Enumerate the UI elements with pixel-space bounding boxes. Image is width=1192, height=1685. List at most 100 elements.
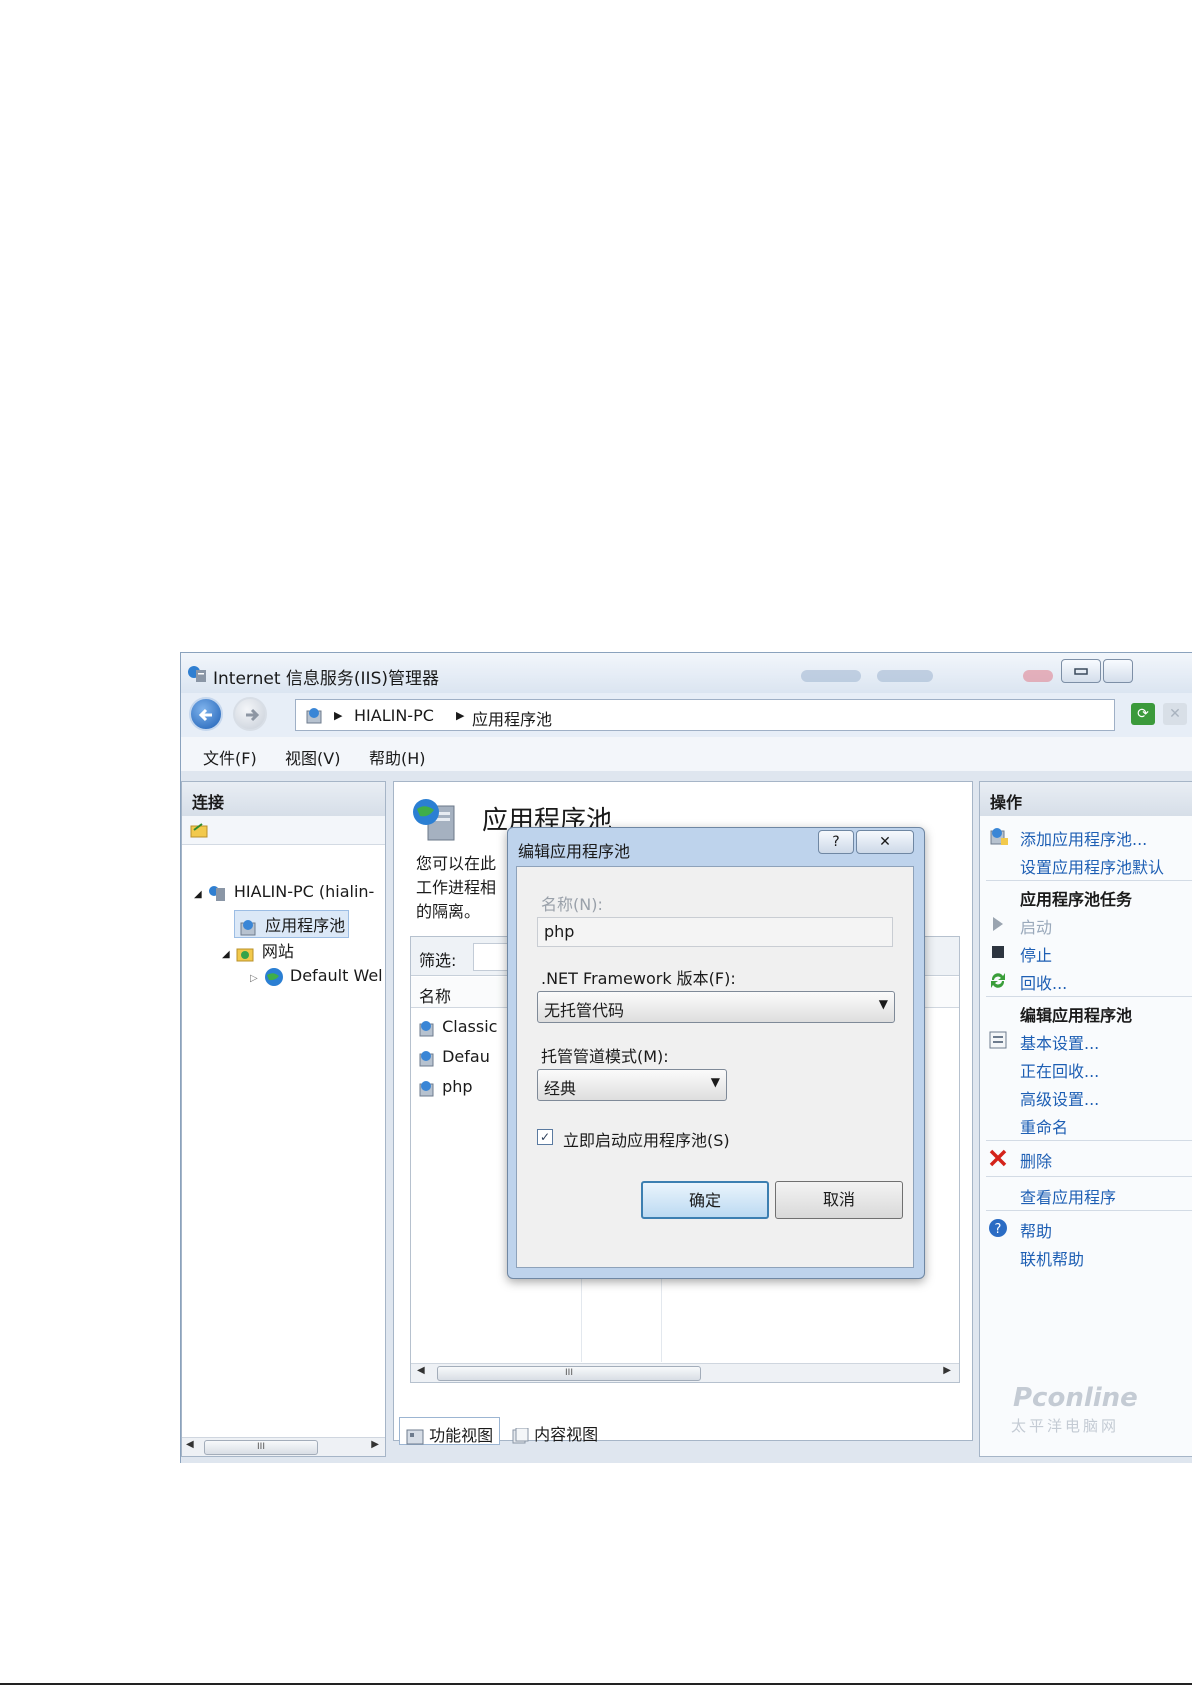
tree-label-default-site: Default Wel — [289, 966, 383, 985]
action-stop[interactable]: 停止 — [1020, 942, 1052, 966]
column-name[interactable]: 名称 — [419, 983, 451, 1007]
iis-app-icon — [188, 666, 206, 682]
globe-icon — [264, 967, 283, 986]
crumb-separator-icon: ▶ — [456, 709, 465, 722]
edit-app-pool-dialog: 编辑应用程序池 ? ✕ 名称(N): php .NET Framework 版本… — [507, 827, 925, 1279]
blurred-title-area-3 — [1023, 670, 1053, 682]
description-line: 的隔离。 — [416, 902, 481, 921]
tab-features-view[interactable]: 功能视图 — [399, 1417, 501, 1445]
features-view-icon — [406, 1429, 424, 1444]
name-field[interactable]: php — [537, 917, 893, 947]
pipeline-label: 托管管道模式(M): — [541, 1047, 669, 1066]
crumb-computer[interactable]: HIALIN-PC — [354, 706, 434, 725]
connections-hscrollbar[interactable]: ◀ III ▶ — [182, 1437, 385, 1456]
tree-label-server: HIALIN-PC (hialin- — [233, 882, 375, 901]
minimize-icon — [1074, 668, 1088, 675]
connections-header: 连接 — [182, 782, 385, 816]
scroll-thumb[interactable]: III — [204, 1440, 318, 1455]
scroll-left-icon[interactable]: ◀ — [417, 1365, 425, 1376]
maximize-button[interactable] — [1103, 659, 1133, 683]
scroll-left-icon[interactable]: ◀ — [186, 1439, 194, 1450]
connect-icon[interactable] — [190, 821, 210, 839]
stop-button[interactable]: ✕ — [1163, 703, 1187, 725]
action-set-defaults[interactable]: 设置应用程序池默认 — [1020, 854, 1164, 878]
dialog-help-button[interactable]: ? — [818, 830, 854, 854]
action-basic-settings[interactable]: 基本设置... — [1020, 1030, 1099, 1054]
action-delete[interactable]: 删除 — [1020, 1148, 1052, 1172]
table-row[interactable]: Classic — [417, 1017, 497, 1037]
window-title: Internet 信息服务(IIS)管理器 — [213, 669, 439, 689]
app-pool-large-icon — [413, 799, 455, 841]
divider — [986, 1210, 1192, 1211]
server-icon — [208, 885, 225, 901]
forward-button[interactable] — [233, 697, 267, 731]
list-hscrollbar[interactable]: ◀ III ▶ — [411, 1363, 959, 1382]
stop-icon: ✕ — [1169, 706, 1181, 722]
actions-pane: 操作 添加应用程序池... 设置应用程序池默认 应用程序池任务 启动 停止 回收… — [979, 781, 1192, 1457]
watermark-subtitle: 太平洋电脑网 — [1011, 1417, 1120, 1435]
app-pool-icon — [419, 1020, 434, 1036]
question-icon: ? — [832, 834, 840, 850]
page-description: 您可以在此 工作进程相 的隔离。 — [416, 852, 496, 924]
basic-settings-icon — [989, 1031, 1007, 1049]
ok-button[interactable]: 确定 — [641, 1181, 769, 1219]
delete-icon — [989, 1149, 1007, 1167]
row-name: Defau — [442, 1047, 490, 1066]
svg-text:?: ? — [995, 1222, 1002, 1237]
action-help[interactable]: 帮助 — [1020, 1218, 1052, 1242]
refresh-button[interactable]: ⟳ — [1131, 703, 1155, 725]
action-online-help[interactable]: 联机帮助 — [1020, 1246, 1084, 1270]
tab-label: 功能视图 — [429, 1426, 494, 1445]
title-bar: Internet 信息服务(IIS)管理器 — [181, 653, 1192, 693]
scroll-right-icon[interactable]: ▶ — [943, 1365, 951, 1376]
description-line: 您可以在此 — [416, 854, 497, 873]
action-recycling[interactable]: 正在回收... — [1020, 1058, 1099, 1082]
divider — [986, 996, 1192, 997]
stop-icon — [992, 946, 1004, 958]
start-icon — [993, 917, 1003, 931]
filter-label: 筛选: — [419, 951, 457, 970]
watermark-logo: Pconline — [1013, 1383, 1138, 1413]
chevron-down-icon: ▼ — [878, 997, 888, 1011]
pipeline-select[interactable]: 经典 ▼ — [537, 1069, 727, 1101]
app-pool-icon — [419, 1050, 434, 1066]
divider — [986, 1140, 1192, 1141]
tab-content-view[interactable]: 内容视图 — [505, 1417, 604, 1445]
table-row[interactable]: php — [417, 1077, 473, 1097]
menu-help[interactable]: 帮助(H) — [369, 745, 426, 769]
address-bar[interactable]: ▶ HIALIN-PC ▶ 应用程序池 — [295, 699, 1115, 731]
tree-node-default-site[interactable]: ▷ Default Wel — [250, 966, 383, 987]
back-button[interactable] — [189, 697, 223, 731]
minimize-button[interactable] — [1061, 659, 1101, 683]
tree-node-app-pools[interactable]: 应用程序池 — [234, 910, 350, 938]
divider — [986, 1176, 1192, 1177]
action-rename[interactable]: 重命名 — [1020, 1114, 1068, 1138]
collapse-triangle-icon: ◢ — [194, 889, 202, 900]
crumb-app-pools[interactable]: 应用程序池 — [472, 706, 552, 730]
tree-node-server[interactable]: ◢ HIALIN-PC (hialin- — [194, 882, 374, 902]
table-row[interactable]: Defau — [417, 1047, 490, 1067]
start-immediately-label[interactable]: 立即启动应用程序池(S) — [563, 1127, 730, 1151]
action-start[interactable]: 启动 — [1020, 914, 1052, 938]
action-add-pool[interactable]: 添加应用程序池... — [1020, 826, 1147, 850]
scroll-thumb[interactable]: III — [437, 1366, 701, 1381]
dialog-close-button[interactable]: ✕ — [856, 830, 914, 854]
dialog-title: 编辑应用程序池 — [518, 842, 631, 861]
action-view-applications[interactable]: 查看应用程序 — [1020, 1184, 1116, 1208]
checkmark-icon: ✓ — [539, 1130, 551, 1144]
scroll-right-icon[interactable]: ▶ — [371, 1439, 379, 1450]
connections-toolbar — [182, 816, 385, 845]
blurred-title-area-2 — [877, 670, 933, 682]
pipeline-selected: 经典 — [544, 1079, 577, 1098]
framework-select[interactable]: 无托管代码 ▼ — [537, 991, 895, 1023]
start-immediately-checkbox[interactable]: ✓ — [537, 1129, 553, 1145]
menu-view[interactable]: 视图(V) — [285, 745, 340, 769]
tab-label: 内容视图 — [534, 1425, 599, 1444]
divider — [986, 880, 1192, 881]
menu-file[interactable]: 文件(F) — [203, 745, 257, 769]
action-recycle[interactable]: 回收... — [1020, 970, 1067, 994]
action-advanced-settings[interactable]: 高级设置... — [1020, 1086, 1099, 1110]
tasks-header: 应用程序池任务 — [1020, 890, 1133, 909]
cancel-button[interactable]: 取消 — [775, 1181, 903, 1219]
tree-node-sites[interactable]: ◢ 网站 — [222, 938, 294, 962]
